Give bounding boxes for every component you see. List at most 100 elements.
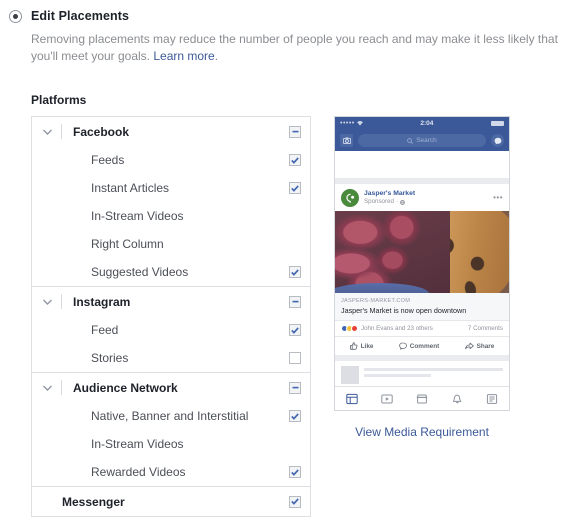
group-checkbox-messenger[interactable] xyxy=(289,495,301,508)
post-page-name[interactable]: Jasper's Market xyxy=(364,190,415,198)
post-link-host: JASPERS-MARKET.COM xyxy=(341,298,411,304)
group-checkbox-instagram[interactable] xyxy=(289,295,301,308)
group-header-messenger[interactable]: Messenger xyxy=(32,487,310,516)
placement-label: Native, Banner and Interstitial xyxy=(91,409,249,423)
stub-line xyxy=(364,374,431,378)
placement-checkbox-placeholder xyxy=(289,210,301,222)
group-checkbox-audience-network[interactable] xyxy=(289,381,301,394)
like-button[interactable]: Like xyxy=(349,342,374,350)
next-post-stub xyxy=(335,361,509,390)
placement-checkbox-instant-articles[interactable] xyxy=(289,182,301,194)
header-divider xyxy=(61,294,62,309)
learn-more-link[interactable]: Learn more xyxy=(153,49,214,63)
reaction-icons xyxy=(341,325,358,333)
status-bar-time: 2:04 xyxy=(420,120,434,127)
placement-group-facebook: Facebook Feeds Instant Articles In-Strea… xyxy=(32,117,310,287)
placement-row-native-banner-interstitial[interactable]: Native, Banner and Interstitial xyxy=(32,402,310,430)
wifi-icon xyxy=(356,121,363,126)
page-title: Edit Placements xyxy=(31,9,130,23)
post-action-row: Like Comment Share xyxy=(335,337,509,356)
wow-reaction-icon xyxy=(351,325,358,333)
menu-list-icon[interactable] xyxy=(486,393,498,405)
placement-checkbox-stories[interactable] xyxy=(289,352,301,364)
stub-line xyxy=(364,368,503,372)
video-icon[interactable] xyxy=(381,393,393,405)
chevron-down-icon[interactable] xyxy=(42,296,53,307)
placement-label: Feeds xyxy=(91,153,125,167)
stub-text-lines xyxy=(364,366,503,380)
placement-row-suggested-videos[interactable]: Suggested Videos xyxy=(32,258,310,286)
group-label-facebook: Facebook xyxy=(73,124,130,139)
placement-label: In-Stream Videos xyxy=(91,437,184,451)
edit-placements-header[interactable]: Edit Placements xyxy=(0,0,576,23)
placement-checkbox-feed[interactable] xyxy=(289,324,301,336)
messenger-icon[interactable] xyxy=(491,134,504,147)
news-feed-icon[interactable] xyxy=(346,393,359,405)
placement-label: Right Column xyxy=(91,237,164,251)
group-header-audience-network[interactable]: Audience Network xyxy=(32,373,310,402)
placement-group-messenger: Messenger xyxy=(32,487,310,516)
sponsored-post: Jasper's Market Sponsored · ••• JASPERS-… xyxy=(335,184,509,356)
view-media-requirement-link[interactable]: View Media Requirement xyxy=(355,425,489,439)
like-label: Like xyxy=(360,342,374,350)
share-button[interactable]: Share xyxy=(464,342,494,350)
post-image xyxy=(335,211,509,293)
placement-group-audience-network: Audience Network Native, Banner and Inte… xyxy=(32,373,310,487)
comment-bubble-icon xyxy=(398,342,407,350)
search-placeholder-text: Search xyxy=(416,137,437,144)
post-comment-count[interactable]: 7 Comments xyxy=(468,325,503,332)
description-text: Removing placements may reduce the numbe… xyxy=(31,32,558,63)
placement-label: Suggested Videos xyxy=(91,265,189,279)
post-meta: Sponsored · xyxy=(364,198,415,206)
placement-preview-column: ••••• 2:04 Search Jasper's Market Sponso… xyxy=(333,116,511,439)
post-reactions-text[interactable]: John Evans and 23 others xyxy=(361,325,433,332)
group-header-facebook[interactable]: Facebook xyxy=(32,117,310,146)
placement-label: Stories xyxy=(91,351,129,365)
marketplace-icon[interactable] xyxy=(416,393,428,405)
placement-row-stories[interactable]: Stories xyxy=(32,344,310,372)
edit-placements-radio[interactable] xyxy=(9,9,22,23)
placement-row-feeds[interactable]: Feeds xyxy=(32,146,310,174)
placement-label: Instant Articles xyxy=(91,181,170,195)
search-input[interactable]: Search xyxy=(358,134,486,147)
placement-label: In-Stream Videos xyxy=(91,209,184,223)
notifications-bell-icon[interactable] xyxy=(451,393,463,405)
phone-status-bar: ••••• 2:04 xyxy=(335,117,509,130)
placement-row-an-in-stream-videos: In-Stream Videos xyxy=(32,430,310,458)
camera-icon[interactable] xyxy=(340,134,353,147)
placement-checkbox-suggested-videos[interactable] xyxy=(289,266,301,278)
post-reaction-row: John Evans and 23 others 7 Comments xyxy=(335,321,509,338)
globe-icon xyxy=(400,199,405,205)
platforms-label: Platforms xyxy=(31,93,87,107)
comment-button[interactable]: Comment xyxy=(398,342,440,350)
search-icon xyxy=(407,137,414,144)
description-period: . xyxy=(214,49,219,63)
placement-checkbox-rewarded-videos[interactable] xyxy=(289,466,301,478)
placement-checkbox-feeds[interactable] xyxy=(289,154,301,166)
group-label-messenger: Messenger xyxy=(62,494,125,509)
placement-row-rewarded-videos[interactable]: Rewarded Videos xyxy=(32,458,310,486)
placements-description: Removing placements may reduce the numbe… xyxy=(31,31,558,65)
chevron-down-icon[interactable] xyxy=(42,126,53,137)
chevron-down-icon[interactable] xyxy=(42,382,53,393)
placement-row-in-stream-videos: In-Stream Videos xyxy=(32,202,310,230)
ellipsis-icon[interactable]: ••• xyxy=(493,193,503,201)
group-checkbox-facebook[interactable] xyxy=(289,125,301,138)
placement-row-instant-articles[interactable]: Instant Articles xyxy=(32,174,310,202)
group-label-audience-network: Audience Network xyxy=(73,380,178,395)
group-header-instagram[interactable]: Instagram xyxy=(32,287,310,316)
post-sponsored-label: Sponsored xyxy=(364,198,394,206)
post-header: Jasper's Market Sponsored · ••• xyxy=(335,184,509,211)
placement-group-instagram: Instagram Feed Stories xyxy=(32,287,310,373)
placement-row-feed[interactable]: Feed xyxy=(32,316,310,344)
comment-label: Comment xyxy=(409,342,440,350)
post-identity: Jasper's Market Sponsored · xyxy=(364,190,415,207)
composer-stub xyxy=(335,151,509,178)
phone-nav-bar: Search xyxy=(335,130,509,151)
placements-list: Facebook Feeds Instant Articles In-Strea… xyxy=(31,116,311,517)
placement-checkbox-native-banner-interstitial[interactable] xyxy=(289,410,301,422)
thumbs-up-icon xyxy=(349,342,358,350)
figs-shape xyxy=(335,211,450,293)
avatar xyxy=(341,189,359,207)
post-link-area[interactable]: JASPERS-MARKET.COM Jasper's Market is no… xyxy=(335,293,509,322)
